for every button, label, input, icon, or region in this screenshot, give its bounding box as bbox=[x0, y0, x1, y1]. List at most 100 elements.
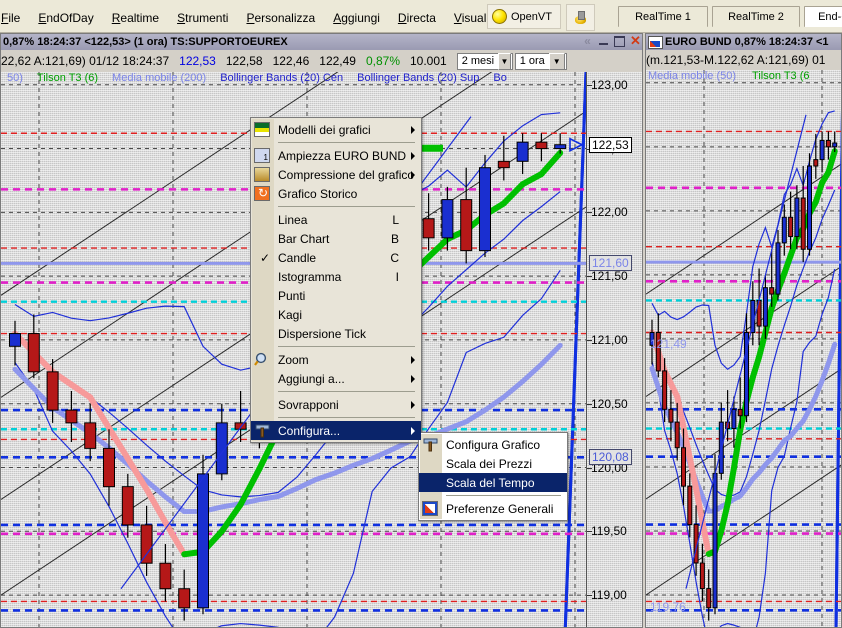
context-menu-item-istogramma[interactable]: Istogramma I bbox=[251, 267, 421, 286]
tab-realtime-2[interactable]: RealTime 2 bbox=[712, 6, 800, 27]
openvt-button[interactable]: OpenVT bbox=[487, 4, 561, 29]
context-menu-item-punti[interactable]: Punti bbox=[251, 286, 421, 305]
hammer-icon bbox=[254, 423, 270, 438]
openvt-ball-icon bbox=[492, 9, 507, 24]
chart-context-menu[interactable]: Modelli dei grafici Ampiezza EURO BUND Com… bbox=[250, 117, 422, 443]
tab-label: End-O bbox=[818, 11, 842, 23]
context-menu-item-label: Linea bbox=[278, 212, 308, 227]
submenu-arrow-icon bbox=[411, 355, 415, 364]
menu-item-label: Strumenti bbox=[177, 11, 229, 25]
minimize-button[interactable] bbox=[597, 35, 610, 47]
context-menu-item-linea[interactable]: Linea L bbox=[251, 210, 421, 229]
quote-change-pct: 0,87% bbox=[365, 54, 400, 68]
price-marker: 120,08 bbox=[589, 449, 632, 466]
right-chart-window: EURO BUND 0,87% 18:24:37 <1 (m.121,53-M.… bbox=[645, 33, 842, 628]
menu-separator bbox=[278, 142, 415, 143]
menu-item-endofday[interactable]: EndOfDay bbox=[29, 9, 102, 27]
menu-item-personalizza[interactable]: Personalizza bbox=[237, 9, 324, 27]
menu-items: File EndOfDay Realtime Strumenti Personalizz… bbox=[0, 9, 555, 27]
workspace-tabs: RealTime 1 RealTime 2 End-O bbox=[600, 0, 842, 32]
submenu-item-scala-del-tempo[interactable]: Scala del Tempo bbox=[419, 473, 567, 492]
menu-separator bbox=[278, 206, 415, 207]
context-menu-item-sovrapponi[interactable]: Sovrapponi bbox=[251, 395, 421, 414]
axis-tick-label: 121,00 bbox=[591, 332, 628, 347]
axis-tick-label: 122,00 bbox=[591, 205, 628, 220]
context-menu-item-compressione-del-grafico[interactable]: Compressione del grafico bbox=[251, 165, 421, 184]
context-menu-item-label: Sovrapponi bbox=[278, 397, 339, 412]
chart-templates-icon bbox=[254, 122, 270, 137]
main-menubar: File EndOfDay Realtime Strumenti Personalizz… bbox=[0, 0, 842, 33]
tab-endofday[interactable]: End-O bbox=[804, 6, 842, 27]
context-menu-item-label: Compressione del grafico bbox=[278, 167, 415, 182]
check-icon: ✓ bbox=[260, 250, 271, 265]
axis-tick-label: 120,50 bbox=[591, 396, 628, 411]
submenu-item-scala-dei-prezzi[interactable]: Scala dei Prezzi bbox=[419, 454, 567, 473]
period-select-value: 2 mesi bbox=[461, 55, 495, 67]
context-menu-item-candle[interactable]: ✓ Candle C bbox=[251, 248, 421, 267]
context-menu-item-ampiezza-euro-bund[interactable]: Ampiezza EURO BUND bbox=[251, 146, 421, 165]
legend-item: Tilson T3 (6) bbox=[36, 72, 99, 84]
menu-item-aggiungi[interactable]: Aggiungi bbox=[324, 9, 389, 27]
submenu-item-preferenze-generali[interactable]: Preferenze Generali bbox=[419, 499, 567, 518]
submenu-arrow-icon bbox=[411, 125, 415, 134]
restore-prev-icon[interactable]: « bbox=[581, 34, 594, 48]
right-chart-legend: Media mobile (50) Tilson T3 (6 bbox=[646, 70, 841, 84]
context-menu-item-configura[interactable]: Configura... bbox=[251, 421, 421, 440]
chart-icon bbox=[648, 35, 663, 49]
context-menu-item-bar-chart[interactable]: Bar Chart B bbox=[251, 229, 421, 248]
timeframe-select[interactable]: 1 ora ▼ bbox=[514, 52, 567, 70]
axis-tick-label: 123,00 bbox=[591, 77, 628, 92]
maximize-button[interactable] bbox=[613, 35, 626, 47]
quote-low: 122,46 bbox=[272, 54, 310, 68]
menu-item-label: Realtime bbox=[111, 11, 160, 25]
context-menu-item-dispersione-tick[interactable]: Dispersione Tick bbox=[251, 324, 421, 343]
submenu-arrow-icon bbox=[411, 170, 415, 179]
tab-realtime-1[interactable]: RealTime 1 bbox=[618, 6, 708, 27]
menu-item-strumenti[interactable]: Strumenti bbox=[168, 9, 237, 27]
right-quote-text: (m.121,53-M.122,62 A:121,69) 01 bbox=[646, 53, 826, 67]
submenu-item-configura-grafico[interactable]: Configura Grafico bbox=[419, 435, 567, 454]
legend-item: Bollinger Bands (20) Sup bbox=[357, 72, 480, 84]
left-price-axis[interactable]: 123,00122,50122,00121,50121,00120,50120,… bbox=[586, 72, 642, 627]
context-menu-item-modelli-dei-grafici[interactable]: Modelli dei grafici bbox=[251, 120, 421, 139]
price-marker: 121,60 bbox=[589, 255, 632, 272]
timeframe-select-value: 1 ora bbox=[519, 55, 545, 67]
legend-item: Media mobile (50) bbox=[648, 70, 737, 82]
menu-separator bbox=[278, 417, 415, 418]
menu-item-file[interactable]: File bbox=[0, 9, 29, 27]
submenu-item-label: Scala del Tempo bbox=[446, 475, 535, 490]
lock-button[interactable] bbox=[566, 4, 595, 31]
context-menu-item-label: Modelli dei grafici bbox=[278, 122, 371, 137]
period-select[interactable]: 2 mesi ▼ bbox=[456, 52, 513, 70]
context-menu-item-grafico-storico[interactable]: Grafico Storico bbox=[251, 184, 421, 203]
menu-item-directa[interactable]: Directa bbox=[389, 9, 445, 27]
menu-item-label: EndOfDay bbox=[38, 11, 94, 25]
price-marker: 122,53 bbox=[589, 136, 632, 153]
legend-item: Media mobile (200) bbox=[112, 72, 207, 84]
close-button[interactable]: ✕ bbox=[629, 34, 642, 48]
context-menu-item-label: Grafico Storico bbox=[278, 186, 358, 201]
submenu-item-label: Preferenze Generali bbox=[446, 501, 554, 516]
submenu-arrow-icon bbox=[411, 374, 415, 383]
quote-range: 22,62 A:121,69) 01/12 18:24:37 bbox=[1, 54, 170, 68]
chevron-down-icon[interactable]: ▼ bbox=[548, 52, 565, 70]
right-window-titlebar: EURO BUND 0,87% 18:24:37 <1 bbox=[646, 34, 841, 50]
menu-item-label: Personalizza bbox=[246, 11, 316, 25]
quote-volume: 10.001 bbox=[410, 54, 447, 68]
configura-submenu[interactable]: Configura Grafico Scala dei Prezzi Scala d… bbox=[418, 432, 568, 521]
left-window-titlebar: 0,87% 18:24:37 <122,53> (1 ora) TS:SUPPO… bbox=[1, 34, 642, 50]
context-menu-item-aggiungi-a[interactable]: Aggiungi a... bbox=[251, 369, 421, 388]
menu-separator bbox=[446, 495, 561, 496]
legend-item: Bollinger Bands (20) Cen bbox=[220, 72, 344, 84]
context-menu-item-zoom[interactable]: Zoom bbox=[251, 350, 421, 369]
context-menu-item-kagi[interactable]: Kagi bbox=[251, 305, 421, 324]
menu-separator bbox=[278, 391, 415, 392]
preferences-icon bbox=[422, 501, 438, 516]
magnifier-icon bbox=[254, 352, 270, 367]
menu-item-realtime[interactable]: Realtime bbox=[103, 9, 168, 27]
chevron-down-icon[interactable]: ▼ bbox=[498, 52, 511, 70]
left-chart-legend: 50) Tilson T3 (6) Media mobile (200) Bollin… bbox=[1, 72, 586, 86]
right-chart-plot[interactable]: Media mobile (50) Tilson T3 (6 121,49 119… bbox=[646, 70, 841, 627]
menu-accelerator: L bbox=[392, 212, 399, 227]
lock-icon bbox=[573, 10, 588, 25]
